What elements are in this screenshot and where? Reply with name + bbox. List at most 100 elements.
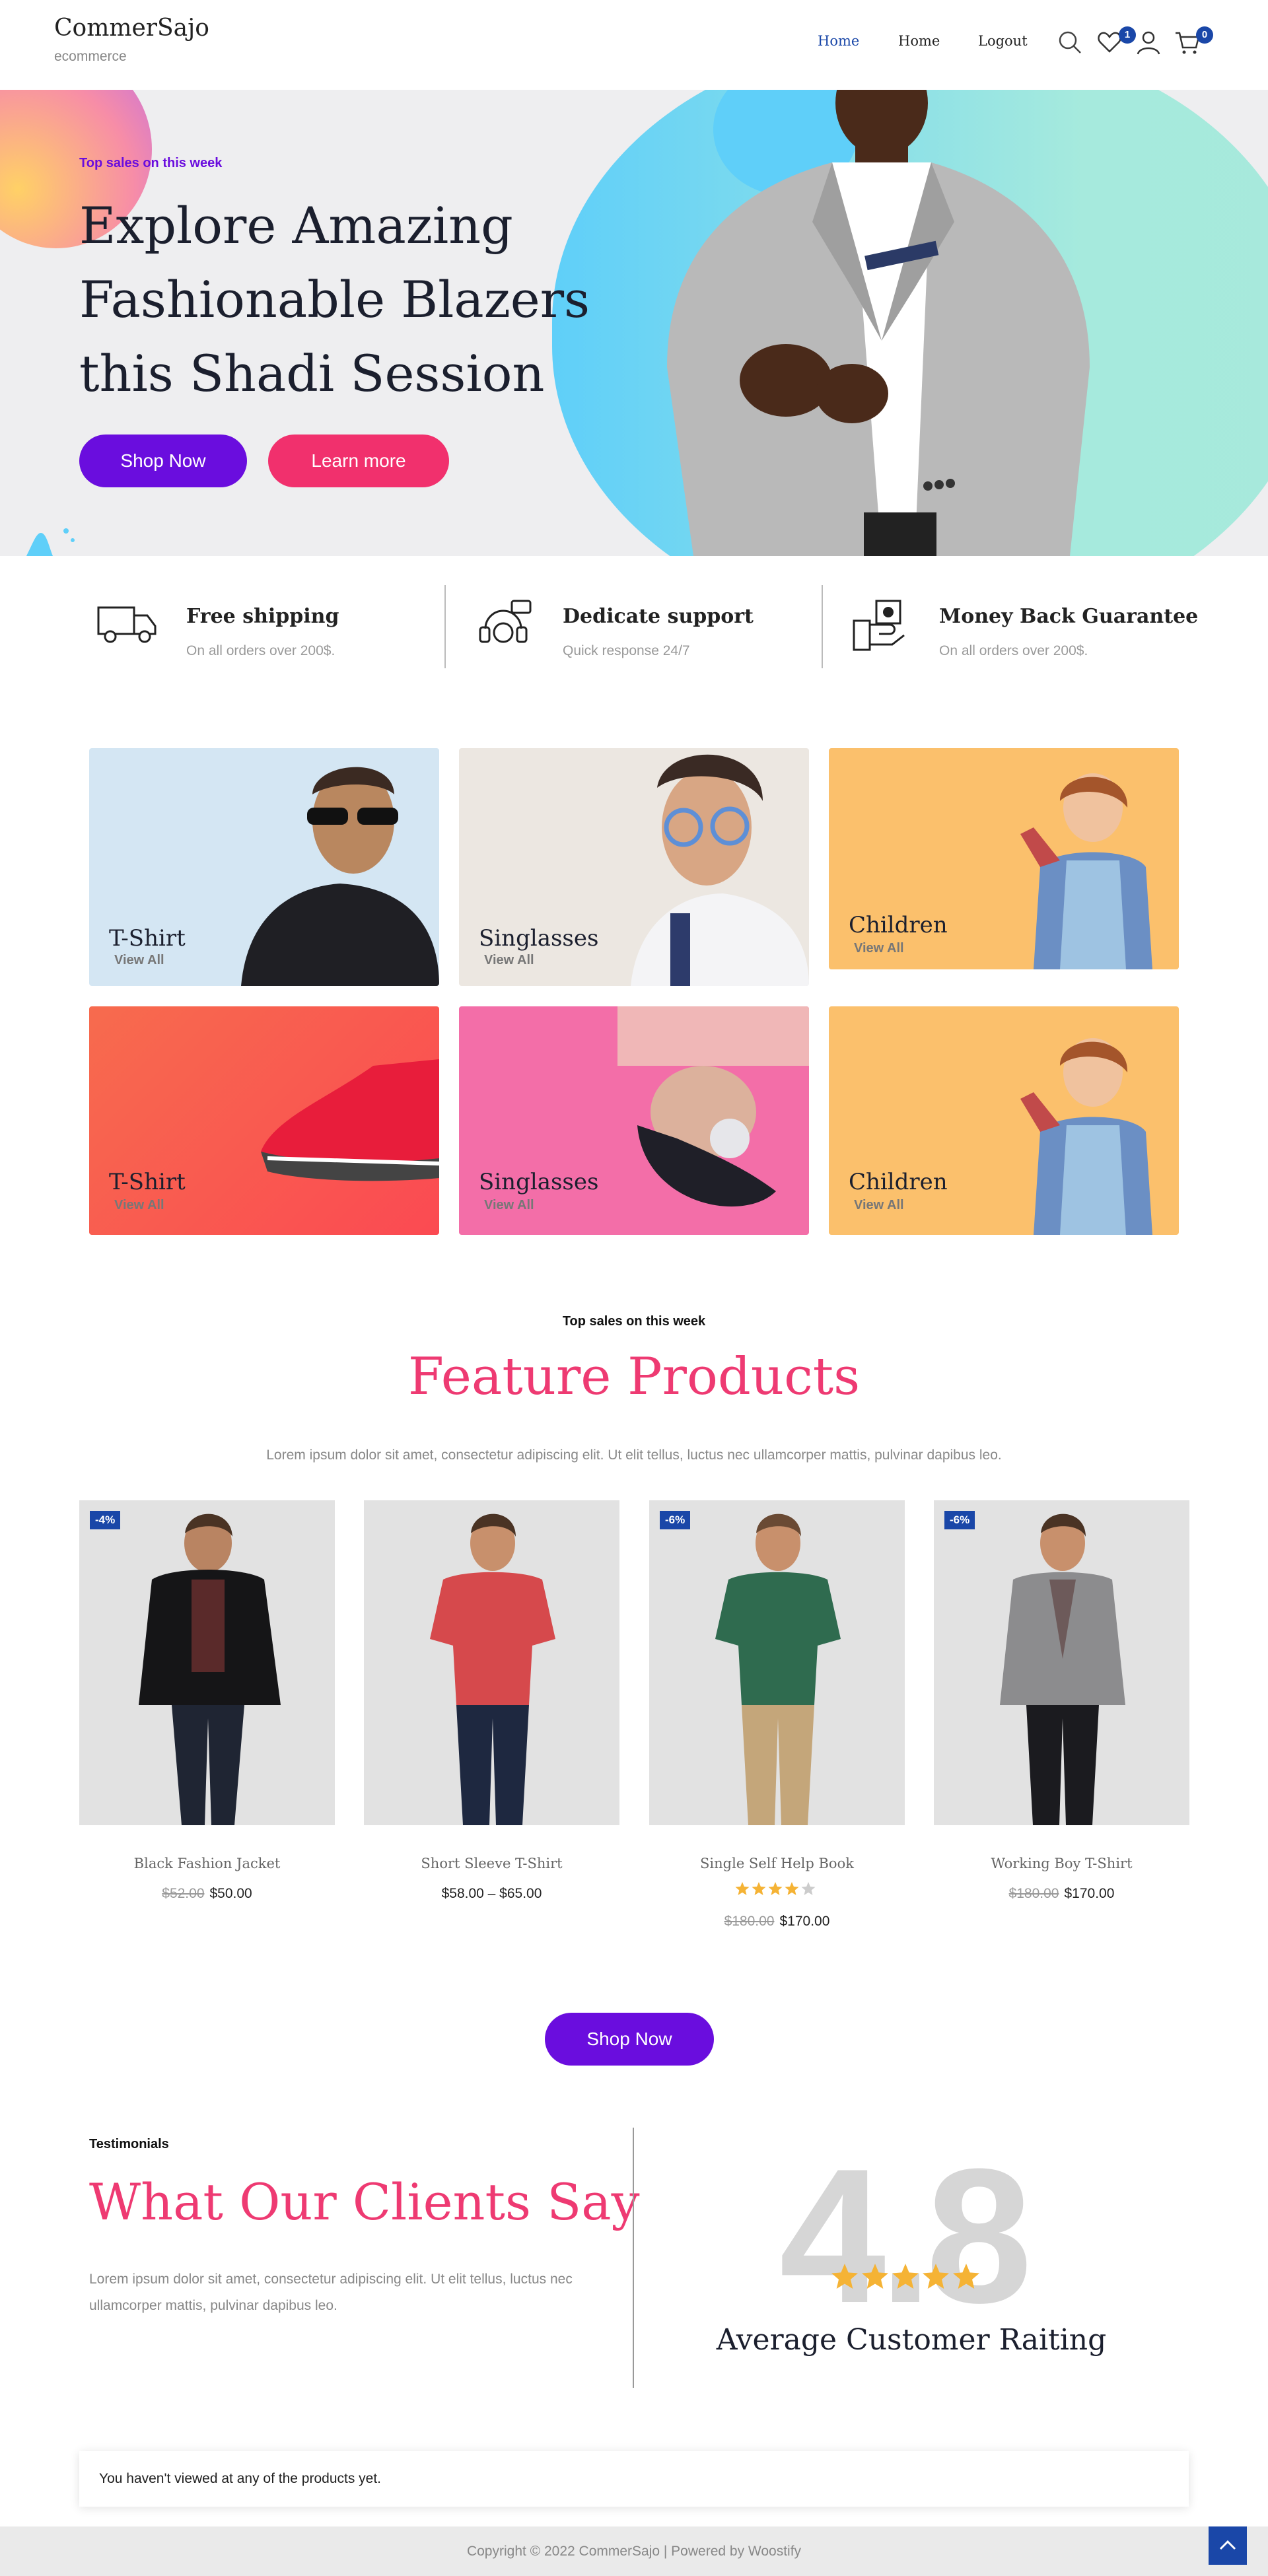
feature-dedicate-support: Dedicate support Quick response 24/7	[472, 585, 816, 668]
category-card-children[interactable]: Children View All	[829, 748, 1179, 969]
nav-home-active[interactable]: Home	[818, 33, 859, 49]
chevron-up-icon	[1219, 2540, 1236, 2550]
feature-subtitle: On all orders over 200$.	[939, 643, 1088, 658]
product-image	[715, 1514, 841, 1825]
category-view-all-link[interactable]: View All	[854, 1198, 904, 1213]
hero-title-line: Fashionable Blazers	[79, 270, 590, 329]
wishlist-count-badge: 1	[1119, 26, 1136, 44]
old-price: $180.00	[724, 1914, 775, 1929]
product-price: $52.00 $50.00	[79, 1886, 335, 1902]
product-image-card[interactable]: -4%	[79, 1500, 335, 1825]
discount-badge: -4%	[90, 1511, 121, 1529]
testimonials-description: Lorem ipsum dolor sit amet, consectetur …	[89, 2272, 573, 2313]
star-icon	[785, 1882, 799, 1895]
feature-title: Money Back Guarantee	[939, 605, 1199, 628]
cart-count-badge: 0	[1196, 26, 1213, 44]
product-image-card[interactable]	[364, 1500, 619, 1825]
testimonials-eyebrow: Testimonials	[89, 2137, 169, 2151]
hero-shop-now-button[interactable]: Shop Now	[79, 435, 247, 487]
site-title[interactable]: CommerSajo	[54, 15, 209, 42]
category-title: T-Shirt	[109, 925, 186, 952]
category-image	[631, 754, 809, 986]
hero-eyebrow: Top sales on this week	[79, 156, 223, 170]
nav-logout[interactable]: Logout	[978, 33, 1028, 49]
divider	[822, 585, 823, 668]
star-icon	[831, 2264, 858, 2289]
discount-badge: -6%	[660, 1511, 691, 1529]
category-title: Children	[849, 912, 948, 938]
product-image	[139, 1514, 281, 1825]
feature-subtitle: On all orders over 200$.	[186, 643, 335, 658]
category-view-all-link[interactable]: View All	[484, 1198, 534, 1213]
current-price: $50.00	[209, 1886, 252, 1901]
product-name[interactable]: Single Self Help Book	[649, 1856, 905, 1871]
feature-free-shipping: Free shipping On all orders over 200$.	[96, 585, 439, 668]
category-view-all-link[interactable]: View All	[114, 953, 164, 968]
back-to-top-button[interactable]	[1209, 2526, 1247, 2565]
feature-title: Dedicate support	[563, 605, 754, 628]
star-icon	[862, 2264, 888, 2289]
product-price: $180.00 $170.00	[934, 1886, 1189, 1902]
hero-model-image	[667, 90, 1090, 556]
search-icon[interactable]	[1057, 29, 1083, 55]
category-image	[241, 767, 439, 986]
product-image-card[interactable]: -6%	[934, 1500, 1189, 1825]
category-image	[1020, 1038, 1152, 1235]
product-image	[1000, 1514, 1125, 1825]
hero-title: Explore Amazing Fashionable Blazers this…	[79, 189, 647, 411]
product-name[interactable]: Black Fashion Jacket	[79, 1856, 335, 1871]
feature-money-back: Money Back Guarantee On all orders over …	[849, 585, 1218, 668]
product-image-card[interactable]: -6%	[649, 1500, 905, 1825]
category-card-singlasses[interactable]: Singlasses View All	[459, 1006, 809, 1235]
star-icon	[768, 1882, 783, 1895]
star-icon	[735, 1882, 750, 1895]
category-view-all-link[interactable]: View All	[854, 941, 904, 956]
hero-title-line: Explore Amazing	[79, 196, 513, 255]
product-price: $58.00 – $65.00	[364, 1886, 619, 1902]
average-rating-label: Average Customer Raiting	[716, 2323, 1107, 2357]
decorative-splash	[26, 528, 75, 556]
old-price: $180.00	[1008, 1886, 1059, 1901]
category-title: Singlasses	[479, 1169, 599, 1195]
product-name[interactable]: Working Boy T-Shirt	[934, 1856, 1189, 1871]
category-card-singlasses[interactable]: Singlasses View All	[459, 748, 809, 986]
category-title: Children	[849, 1169, 948, 1195]
product-rating-stars	[735, 1882, 819, 1900]
category-view-all-link[interactable]: View All	[484, 953, 534, 968]
star-icon	[953, 2264, 979, 2289]
category-card-children[interactable]: Children View All	[829, 1006, 1179, 1235]
recently-viewed-notice: You haven't viewed at any of the product…	[79, 2451, 1189, 2507]
products-shop-now-button[interactable]: Shop Now	[545, 2013, 714, 2066]
star-icon	[923, 2264, 949, 2289]
product-image	[430, 1514, 555, 1825]
hero-learn-more-button[interactable]: Learn more	[268, 435, 449, 487]
current-price: $170.00	[1064, 1886, 1115, 1901]
category-card-tshirt[interactable]: T-Shirt View All	[89, 748, 439, 986]
site-header: CommerSajo ecommerce Home Home Logout 1 …	[0, 0, 1268, 90]
testimonials-title: What Our Clients Say	[89, 2173, 640, 2231]
category-image	[617, 1006, 809, 1207]
category-title: T-Shirt	[109, 1169, 186, 1195]
average-rating-value: 4.8	[779, 2129, 1032, 2343]
category-view-all-link[interactable]: View All	[114, 1198, 164, 1213]
discount-badge: -6%	[944, 1511, 975, 1529]
user-account-icon[interactable]	[1135, 29, 1162, 55]
product-price: $180.00 $170.00	[649, 1914, 905, 1930]
star-icon	[752, 1882, 766, 1895]
nav-home[interactable]: Home	[898, 33, 940, 49]
star-icon	[892, 2264, 919, 2289]
category-card-tshirt[interactable]: T-Shirt View All	[89, 1006, 439, 1235]
category-image	[1020, 773, 1152, 969]
footer-copyright: Copyright © 2022 CommerSajo | Powered by…	[466, 2544, 802, 2559]
product-name[interactable]: Short Sleeve T-Shirt	[364, 1856, 619, 1871]
feature-title: Free shipping	[186, 605, 339, 628]
divider	[444, 585, 446, 668]
money-back-icon	[853, 600, 905, 651]
star-icon	[801, 1882, 816, 1895]
average-rating-stars	[831, 2264, 989, 2297]
category-image	[261, 1059, 439, 1181]
recently-viewed-message: You haven't viewed at any of the product…	[99, 2471, 382, 2486]
products-section-description: Lorem ipsum dolor sit amet, consectetur …	[266, 1447, 1002, 1463]
current-price: $170.00	[779, 1914, 830, 1929]
feature-subtitle: Quick response 24/7	[563, 643, 690, 658]
